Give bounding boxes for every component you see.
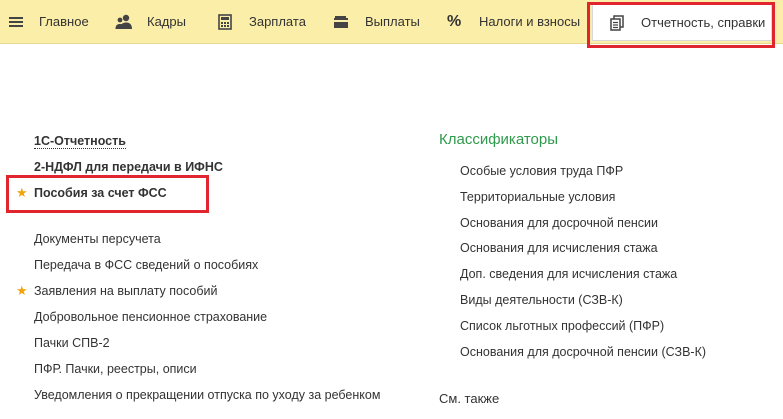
link-classifier-preferential-professions[interactable]: Список льготных профессий (ПФР) [460,319,664,333]
nav-label-taxes: Налоги и взносы [479,14,581,29]
link-classifier-pfr-conditions[interactable]: Особые условия труда ПФР [460,164,623,178]
link-1c-reporting[interactable]: 1С-Отчетность [34,134,126,149]
nav-item-payments[interactable]: Выплаты [333,0,420,43]
link-classifier-early-pension[interactable]: Основания для досрочной пенсии [460,216,658,230]
wallet-icon [333,14,351,30]
nav-label-staff: Кадры [147,14,186,29]
link-personal-docs[interactable]: Документы персучета [34,232,161,246]
link-pfr-packs[interactable]: ПФР. Пачки, реестры, описи [34,362,197,376]
link-classifier-early-pension-szvk[interactable]: Основания для досрочной пенсии (СЗВ-К) [460,345,706,359]
link-voluntary-pension[interactable]: Добровольное пенсионное страхование [34,310,267,324]
link-classifier-activity-kinds[interactable]: Виды деятельности (СЗВ-К) [460,293,623,307]
calculator-icon [217,13,235,30]
link-benefit-applications[interactable]: Заявления на выплату пособий [34,284,217,298]
nav-item-salary[interactable]: Зарплата [217,0,306,43]
section-title-see-also: См. также [439,391,500,406]
nav-item-reports[interactable]: Отчетность, справки [609,1,765,44]
percent-icon: % [447,12,462,30]
nav-label-payments: Выплаты [365,14,420,29]
section-title-classifiers: Классификаторы [439,131,559,148]
nav-label-main: Главное [39,14,89,29]
link-2ndfl[interactable]: 2-НДФЛ для передачи в ИФНС [34,160,223,174]
favorite-star-icon[interactable]: ★ [16,185,28,201]
link-spv2-packs[interactable]: Пачки СПВ-2 [34,336,110,350]
link-classifier-extra-seniority[interactable]: Доп. сведения для исчисления стажа [460,267,677,281]
link-childcare-notices[interactable]: Уведомления о прекращении отпуска по ухо… [34,388,380,402]
link-fss-transfer[interactable]: Передача в ФСС сведений о пособиях [34,258,258,272]
people-icon [115,14,133,30]
link-classifier-seniority[interactable]: Основания для исчисления стажа [460,241,658,255]
link-fss-benefits[interactable]: Пособия за счет ФСС [34,186,167,200]
nav-item-taxes[interactable]: % Налоги и взносы [447,0,580,43]
nav-label-reports: Отчетность, справки [641,15,766,30]
documents-icon [609,14,627,31]
menu-icon [8,14,26,30]
nav-item-staff[interactable]: Кадры [115,0,186,43]
nav-label-salary: Зарплата [249,14,306,29]
link-classifier-territorial[interactable]: Территориальные условия [460,190,615,204]
nav-item-main[interactable]: Главное [8,0,89,43]
favorite-star-icon[interactable]: ★ [16,283,28,299]
